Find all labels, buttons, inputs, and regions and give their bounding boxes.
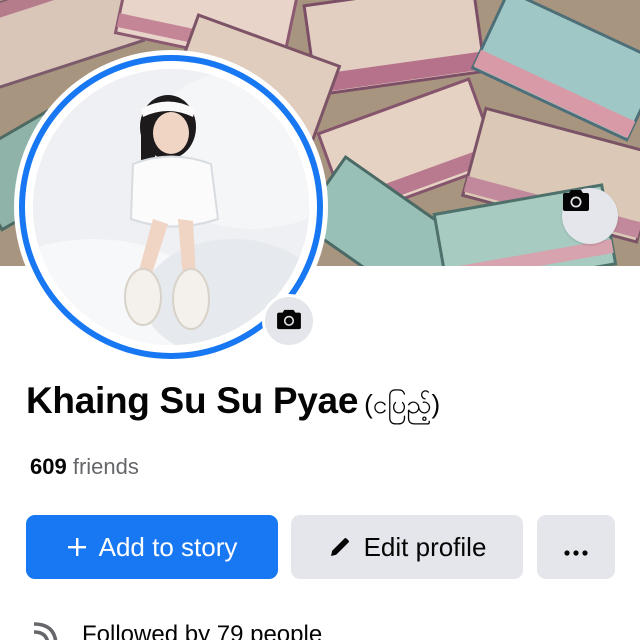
more-horizontal-icon xyxy=(564,532,588,563)
edit-profile-label: Edit profile xyxy=(363,531,487,562)
friends-label: friends xyxy=(72,454,139,479)
avatar-camera-button[interactable] xyxy=(262,294,316,348)
followed-by-row[interactable]: Followed by 79 people xyxy=(30,620,322,640)
profile-name-line: Khaing Su Su Pyae (ငပြည့်) xyxy=(26,380,440,426)
profile-nickname: (ငပြည့်) xyxy=(364,389,441,419)
plus-icon xyxy=(67,537,87,557)
rss-feed-icon xyxy=(30,620,60,640)
add-to-story-label: Add to story xyxy=(98,531,238,562)
followed-by-text: Followed by 79 people xyxy=(82,621,323,640)
camera-icon xyxy=(276,308,302,335)
profile-name: Khaing Su Su Pyae xyxy=(26,380,359,421)
cover-camera-button[interactable] xyxy=(562,188,618,244)
friends-count[interactable]: 609 friends xyxy=(30,454,139,480)
edit-profile-button[interactable]: Edit profile xyxy=(291,515,523,579)
add-to-story-button[interactable]: Add to story xyxy=(26,515,278,579)
more-options-button[interactable] xyxy=(537,515,615,579)
profile-page: Khaing Su Su Pyae (ငပြည့်) 609 friends Ad… xyxy=(0,0,640,640)
pencil-icon xyxy=(328,535,352,559)
friends-number: 609 xyxy=(30,454,67,479)
